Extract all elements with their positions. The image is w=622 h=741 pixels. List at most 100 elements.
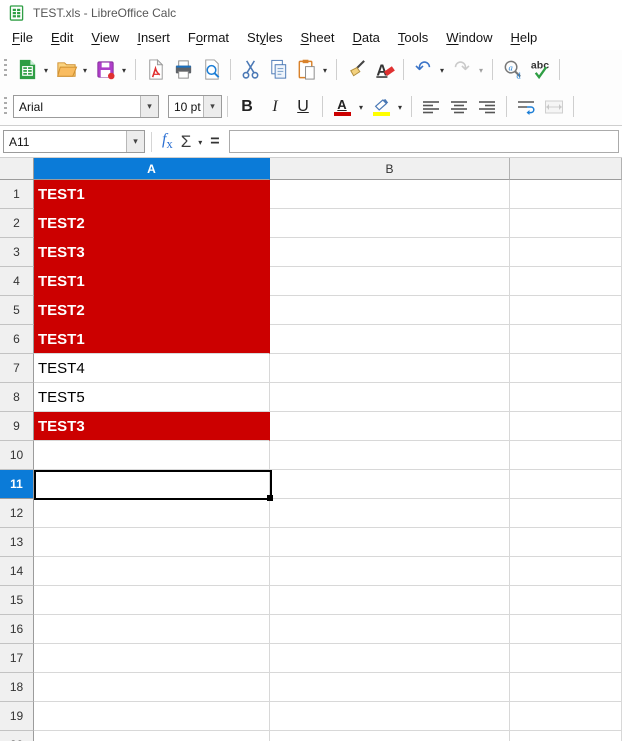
redo-button[interactable]: ↷ [448,55,476,83]
menu-tools[interactable]: Tools [389,27,437,48]
cell-C10[interactable] [510,441,622,470]
cell-B19[interactable] [270,702,510,731]
cell-C15[interactable] [510,586,622,615]
cell-B12[interactable] [270,499,510,528]
find-replace-button[interactable]: ad [498,55,526,83]
cell-C5[interactable] [510,296,622,325]
font-color-dropdown[interactable]: ▾ [356,101,366,112]
cell-A14[interactable] [34,557,270,586]
formula-input[interactable] [229,130,619,153]
row-header-4[interactable]: 4 [0,267,34,296]
save-dropdown[interactable]: ▾ [119,64,129,75]
cell-C16[interactable] [510,615,622,644]
cell-B6[interactable] [270,325,510,354]
italic-button[interactable]: I [261,93,289,121]
cell-B15[interactable] [270,586,510,615]
row-header-20[interactable]: 20 [0,731,34,741]
open-button[interactable] [52,55,80,83]
chevron-down-icon[interactable]: ▾ [203,96,221,117]
clone-formatting-button[interactable] [342,55,370,83]
cell-A11[interactable] [34,470,270,499]
undo-dropdown[interactable]: ▾ [437,64,447,75]
paste-button[interactable] [292,55,320,83]
cell-B1[interactable] [270,180,510,209]
row-header-9[interactable]: 9 [0,412,34,441]
cell-C18[interactable] [510,673,622,702]
cell-A2[interactable]: TEST2 [34,209,270,238]
menu-view[interactable]: View [82,27,128,48]
cell-A18[interactable] [34,673,270,702]
cell-B5[interactable] [270,296,510,325]
cell-A9[interactable]: TEST3 [34,412,270,441]
align-center-button[interactable] [445,93,473,121]
underline-button[interactable]: U [289,93,317,121]
select-all-corner[interactable] [0,158,34,180]
row-header-7[interactable]: 7 [0,354,34,383]
row-header-1[interactable]: 1 [0,180,34,209]
cell-B17[interactable] [270,644,510,673]
save-button[interactable] [91,55,119,83]
new-document-button[interactable] [13,55,41,83]
open-dropdown[interactable]: ▾ [80,64,90,75]
merge-cells-button[interactable] [540,93,568,121]
equals-button[interactable]: = [206,129,223,155]
menu-styles[interactable]: Styles [238,27,291,48]
export-pdf-button[interactable] [141,55,169,83]
cell-C9[interactable] [510,412,622,441]
cell-B11[interactable] [270,470,510,499]
column-header-partial[interactable] [510,158,622,180]
cell-A16[interactable] [34,615,270,644]
paste-dropdown[interactable]: ▾ [320,64,330,75]
cell-C13[interactable] [510,528,622,557]
align-right-button[interactable] [473,93,501,121]
new-document-dropdown[interactable]: ▾ [41,64,51,75]
font-size-combobox[interactable]: 10 pt ▾ [168,95,222,118]
undo-button[interactable]: ↶ [409,55,437,83]
cell-C4[interactable] [510,267,622,296]
column-header-b[interactable]: B [270,158,510,180]
row-header-17[interactable]: 17 [0,644,34,673]
cell-B7[interactable] [270,354,510,383]
cell-B3[interactable] [270,238,510,267]
row-header-19[interactable]: 19 [0,702,34,731]
cell-A19[interactable] [34,702,270,731]
chevron-down-icon[interactable]: ▾ [126,131,144,152]
row-header-2[interactable]: 2 [0,209,34,238]
cell-B8[interactable] [270,383,510,412]
spelling-button[interactable]: abc [526,55,554,83]
cell-C12[interactable] [510,499,622,528]
row-header-6[interactable]: 6 [0,325,34,354]
redo-dropdown[interactable]: ▾ [476,64,486,75]
wrap-text-button[interactable] [512,93,540,121]
sum-dropdown[interactable]: ▾ [195,136,205,147]
cell-A15[interactable] [34,586,270,615]
cell-C17[interactable] [510,644,622,673]
row-header-13[interactable]: 13 [0,528,34,557]
menu-format[interactable]: Format [179,27,238,48]
print-preview-button[interactable] [197,55,225,83]
cell-B20[interactable] [270,731,510,741]
row-header-15[interactable]: 15 [0,586,34,615]
cell-C11[interactable] [510,470,622,499]
cell-A1[interactable]: TEST1 [34,180,270,209]
cell-A13[interactable] [34,528,270,557]
copy-button[interactable] [264,55,292,83]
print-button[interactable] [169,55,197,83]
row-header-16[interactable]: 16 [0,615,34,644]
cell-C1[interactable] [510,180,622,209]
name-box[interactable]: A11 ▾ [3,130,145,153]
cell-C19[interactable] [510,702,622,731]
cell-A17[interactable] [34,644,270,673]
cell-A3[interactable]: TEST3 [34,238,270,267]
bold-button[interactable]: B [233,93,261,121]
cell-A12[interactable] [34,499,270,528]
row-header-18[interactable]: 18 [0,673,34,702]
highlight-color-dropdown[interactable]: ▾ [395,101,405,112]
font-name-combobox[interactable]: Arial ▾ [13,95,159,118]
cell-B9[interactable] [270,412,510,441]
cell-C6[interactable] [510,325,622,354]
cell-B13[interactable] [270,528,510,557]
align-left-button[interactable] [417,93,445,121]
cell-C20[interactable] [510,731,622,741]
sum-button[interactable]: Σ [177,129,196,155]
